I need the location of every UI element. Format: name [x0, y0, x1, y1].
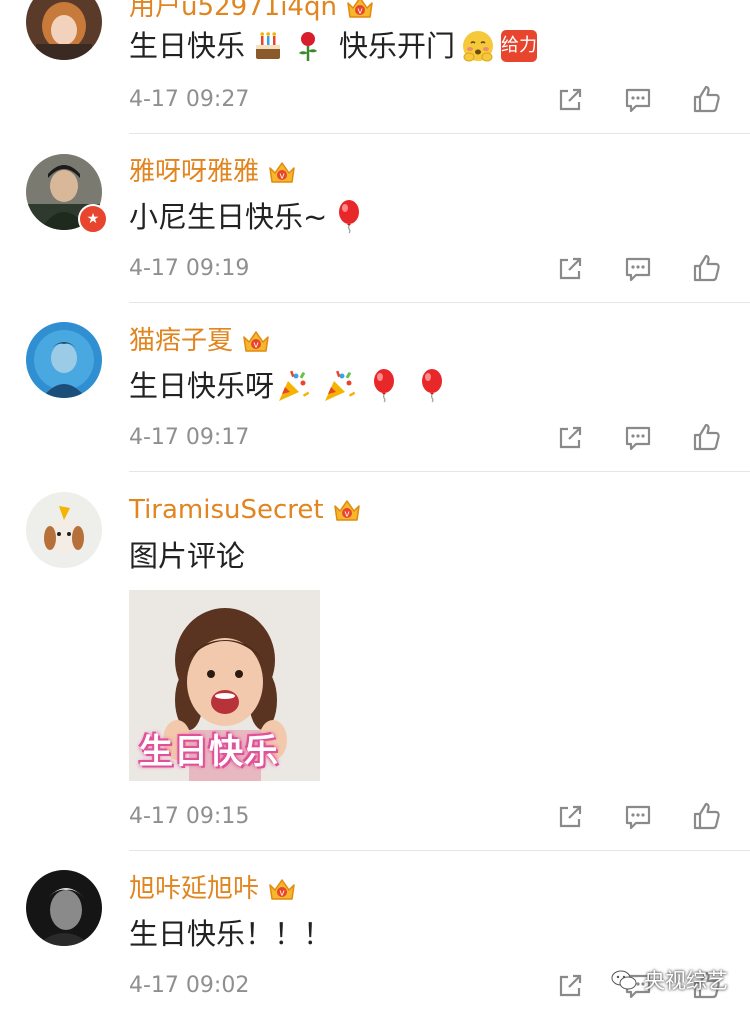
divider [129, 850, 750, 851]
member-crown-icon [269, 879, 295, 900]
party-popper-icon [279, 370, 310, 401]
avatar[interactable] [26, 0, 102, 60]
comment-text-content: 快乐开门 [339, 29, 456, 63]
comment-icon [625, 426, 651, 451]
comment-feed: 用户u52971i4qn 生日快乐 快乐开门 给力 4-17 09:27 ★ 雅… [0, 0, 750, 1011]
username-text[interactable]: 旭咔延旭咔 [129, 872, 259, 906]
username[interactable]: 猫痞子夏 [129, 324, 271, 358]
thumbs-up-icon [693, 423, 720, 451]
repost-button[interactable] [555, 254, 585, 284]
comment-text: 小尼生日快乐~ [129, 197, 367, 237]
comment-text: 生日快乐呀 [129, 366, 450, 406]
avatar[interactable] [26, 870, 102, 946]
wechat-icon [611, 970, 637, 990]
blush-face-icon [463, 31, 494, 62]
divider [129, 133, 750, 134]
timestamp: 4-17 09:17 [129, 425, 250, 450]
comment-image[interactable]: 生日快乐 [129, 590, 320, 781]
like-button[interactable] [691, 422, 721, 452]
birthday-cake-icon [256, 32, 281, 59]
reply-button[interactable] [623, 802, 653, 832]
divider [129, 302, 750, 303]
thumbs-up-icon [693, 802, 720, 830]
like-button[interactable] [691, 253, 721, 283]
username-text[interactable]: 雅呀呀雅雅 [129, 155, 259, 189]
like-button[interactable] [691, 84, 721, 114]
rose-icon [299, 32, 318, 61]
username-text[interactable]: TiramisuSecret [129, 493, 324, 527]
comment-text-content: 生日快乐！！！ [129, 917, 333, 951]
username[interactable]: 旭咔延旭咔 [129, 872, 297, 906]
reply-button[interactable] [623, 85, 653, 115]
username[interactable]: 用户u52971i4qn [129, 0, 375, 24]
repost-button[interactable] [555, 85, 585, 115]
username[interactable]: TiramisuSecret [129, 493, 362, 527]
repost-button[interactable] [555, 423, 585, 453]
avatar[interactable] [26, 322, 102, 398]
image-caption: 生日快乐 [139, 732, 279, 772]
username-text[interactable]: 猫痞子夏 [129, 324, 233, 358]
comment-text: 生日快乐！！！ [129, 914, 332, 954]
username-text[interactable]: 用户u52971i4qn [129, 0, 337, 24]
comment-text-content: 生日快乐呀 [129, 369, 275, 403]
thumbs-up-icon [693, 85, 720, 113]
comment-icon [625, 805, 651, 830]
balloon-icon [421, 368, 443, 403]
timestamp: 4-17 09:15 [129, 804, 250, 829]
timestamp: 4-17 09:02 [129, 973, 250, 998]
share-icon [559, 257, 582, 280]
watermark-text: 央视综艺 [644, 969, 728, 993]
like-button[interactable] [691, 801, 721, 831]
share-icon [559, 88, 582, 111]
balloon-icon [338, 199, 360, 234]
reply-button[interactable] [623, 254, 653, 284]
share-icon [559, 805, 582, 828]
comment-text-content: 生日快乐 [129, 29, 246, 63]
comment-text: 生日快乐 快乐开门 给力 [129, 26, 538, 66]
jiayou-sticker-icon: 给力 [501, 30, 538, 62]
repost-button[interactable] [555, 971, 585, 1001]
repost-button[interactable] [555, 802, 585, 832]
timestamp: 4-17 09:19 [129, 256, 250, 281]
comment-text-content: 图片评论 [129, 539, 246, 573]
reply-button[interactable] [623, 423, 653, 453]
verified-badge-icon: ★ [78, 204, 108, 234]
party-popper-icon [325, 370, 356, 401]
timestamp: 4-17 09:27 [129, 87, 250, 112]
member-crown-icon [333, 500, 360, 521]
comment-icon [625, 257, 651, 282]
member-crown-icon [269, 162, 295, 183]
member-crown-icon [347, 0, 373, 18]
share-icon [559, 426, 582, 449]
avatar[interactable] [26, 492, 102, 568]
balloon-icon [373, 368, 395, 403]
member-crown-icon [243, 331, 269, 352]
thumbs-up-icon [693, 254, 720, 282]
comment-icon [625, 88, 651, 113]
wechat-watermark: 央视综艺 [610, 962, 728, 998]
divider [129, 471, 750, 472]
comment-text: 图片评论 [129, 536, 245, 576]
comment-text-content: 小尼生日快乐~ [129, 200, 328, 234]
username[interactable]: 雅呀呀雅雅 [129, 155, 297, 189]
share-icon [559, 974, 582, 997]
